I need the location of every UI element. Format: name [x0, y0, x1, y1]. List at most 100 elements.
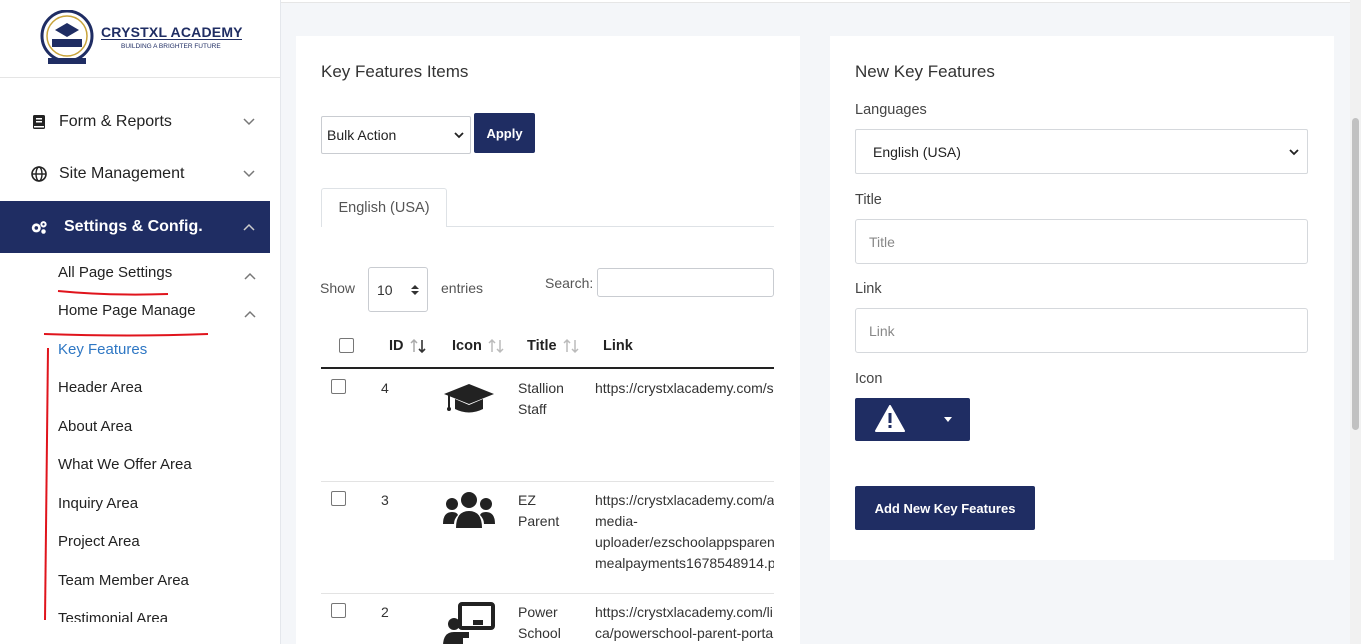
bulk-action-value: Bulk Action: [327, 127, 397, 143]
bulk-action-select[interactable]: Bulk Action: [321, 116, 471, 154]
menu-item-label: Form & Reports: [59, 113, 172, 130]
add-new-key-features-button[interactable]: Add New Key Features: [855, 486, 1035, 530]
menu-item-form-reports[interactable]: Form & Reports: [0, 96, 270, 148]
sort-arrows-icon: [411, 285, 419, 295]
sub-menu-home-page-manage[interactable]: Home Page Manage: [58, 302, 196, 319]
select-all-checkbox[interactable]: [339, 338, 354, 353]
row-title-line: Stallion: [518, 380, 564, 396]
logo[interactable]: CRYSTXL ACADEMY BUILDING A BRIGHTER FUTU…: [0, 0, 280, 78]
nav-testimonial-area[interactable]: Testimonial Area: [58, 610, 168, 622]
chevron-down-icon: [1289, 148, 1299, 155]
sort-desc-icon: [409, 338, 426, 354]
row-link[interactable]: uploader/ezschoolappsparent: [595, 532, 774, 553]
gears-icon: [30, 218, 48, 236]
exclamation-triangle-icon: [875, 405, 905, 432]
menu-item-settings-config[interactable]: Settings & Config.: [0, 201, 270, 253]
entries-label: entries: [441, 280, 484, 296]
row-link[interactable]: ca/powerschool-parent-porta: [595, 623, 773, 644]
book-icon: [30, 113, 48, 131]
nav-key-features[interactable]: Key Features: [58, 341, 147, 358]
menu-item-label: Site Management: [59, 165, 185, 182]
row-divider: [321, 481, 774, 482]
menu-item-label: Settings & Config.: [64, 218, 203, 235]
brand-name: CRYSTXL ACADEMY: [101, 24, 243, 40]
language-value: English (USA): [873, 143, 961, 160]
graduation-cap-icon: [444, 384, 494, 413]
row-checkbox[interactable]: [331, 603, 346, 618]
column-header-label: ID: [389, 338, 404, 354]
sort-icon: [563, 338, 579, 354]
list-card-title: Key Features Items: [321, 62, 469, 81]
sidebar: CRYSTXL ACADEMY BUILDING A BRIGHTER FUTU…: [0, 0, 281, 644]
caret-down-icon: [944, 417, 952, 422]
page-scrollbar[interactable]: [1350, 0, 1361, 644]
scrollbar-thumb[interactable]: [1352, 118, 1359, 430]
row-id: 2: [381, 604, 389, 620]
search-input[interactable]: [597, 268, 774, 297]
chevron-down-icon: [454, 132, 464, 139]
row-link[interactable]: https://crystxlacademy.com/a: [595, 490, 774, 511]
chalkboard-teacher-icon: [443, 602, 495, 644]
sub-menu-all-page-settings[interactable]: All Page Settings: [58, 264, 172, 281]
title-input[interactable]: [855, 219, 1308, 264]
icon-picker-button[interactable]: [855, 398, 970, 441]
nav-what-we-offer-area[interactable]: What We Offer Area: [58, 456, 192, 473]
row-checkbox[interactable]: [331, 379, 346, 394]
column-header-link[interactable]: Link: [603, 338, 633, 354]
title-label: Title: [855, 192, 882, 208]
row-title-line: Power: [518, 604, 558, 620]
menu-item-site-management[interactable]: Site Management: [0, 148, 270, 200]
search-label: Search:: [545, 275, 594, 291]
row-link[interactable]: media-: [595, 511, 638, 532]
brand-divider: [101, 39, 242, 40]
chevron-up-icon: [244, 272, 256, 280]
list-clip: Key Features Items Bulk Action Apply Eng…: [296, 36, 774, 644]
nav-header-area[interactable]: Header Area: [58, 379, 142, 396]
new-key-features-card: New Key Features Languages English (USA)…: [830, 36, 1334, 560]
row-checkbox[interactable]: [331, 491, 346, 506]
nav-team-member-area[interactable]: Team Member Area: [58, 572, 189, 589]
leaf-clip: Testimonial Area: [0, 608, 280, 622]
languages-select[interactable]: English (USA): [855, 129, 1308, 174]
row-id: 3: [381, 492, 389, 508]
nav-inquiry-area[interactable]: Inquiry Area: [58, 495, 138, 512]
link-label: Link: [855, 281, 882, 297]
users-icon: [443, 492, 495, 528]
column-header-label: Title: [527, 338, 557, 354]
academy-seal-icon: [40, 10, 94, 64]
row-title-line: EZ: [518, 492, 536, 508]
icon-label: Icon: [855, 371, 883, 387]
nav-project-area[interactable]: Project Area: [58, 533, 140, 550]
row-title-line: Staff: [518, 401, 547, 417]
chevron-up-icon: [242, 220, 256, 234]
row-link[interactable]: https://crystxlacademy.com/s: [595, 378, 774, 399]
chevron-down-icon: [242, 167, 256, 181]
sort-icon: [488, 338, 504, 354]
key-features-list-card: Key Features Items Bulk Action Apply Eng…: [296, 36, 800, 644]
globe-icon: [30, 165, 48, 183]
column-header-icon[interactable]: Icon: [452, 338, 506, 354]
tab-divider: [447, 226, 774, 227]
nav-about-area[interactable]: About Area: [58, 418, 132, 435]
column-header-label: Icon: [452, 338, 482, 354]
apply-button[interactable]: Apply: [474, 113, 535, 153]
column-header-label: Link: [603, 338, 633, 354]
chevron-down-icon: [242, 115, 256, 129]
row-divider: [321, 593, 774, 594]
row-title-line: Parent: [518, 513, 560, 529]
brand-tagline: BUILDING A BRIGHTER FUTURE: [121, 43, 221, 50]
show-label: Show: [320, 280, 356, 296]
top-bar: [281, 0, 1361, 3]
link-input[interactable]: [855, 308, 1308, 353]
row-link[interactable]: mealpayments1678548914.p: [595, 553, 774, 574]
entries-select[interactable]: 10: [368, 267, 428, 312]
table-header-divider: [321, 367, 774, 369]
languages-label: Languages: [855, 102, 927, 118]
column-header-id[interactable]: ID: [389, 338, 428, 354]
row-link[interactable]: https://crystxlacademy.com/li: [595, 602, 773, 623]
form-card-title: New Key Features: [855, 62, 995, 81]
tab-english-usa[interactable]: English (USA): [321, 188, 447, 227]
column-header-title[interactable]: Title: [527, 338, 581, 354]
chevron-up-icon: [244, 310, 256, 318]
row-title-line: School: [518, 625, 561, 641]
